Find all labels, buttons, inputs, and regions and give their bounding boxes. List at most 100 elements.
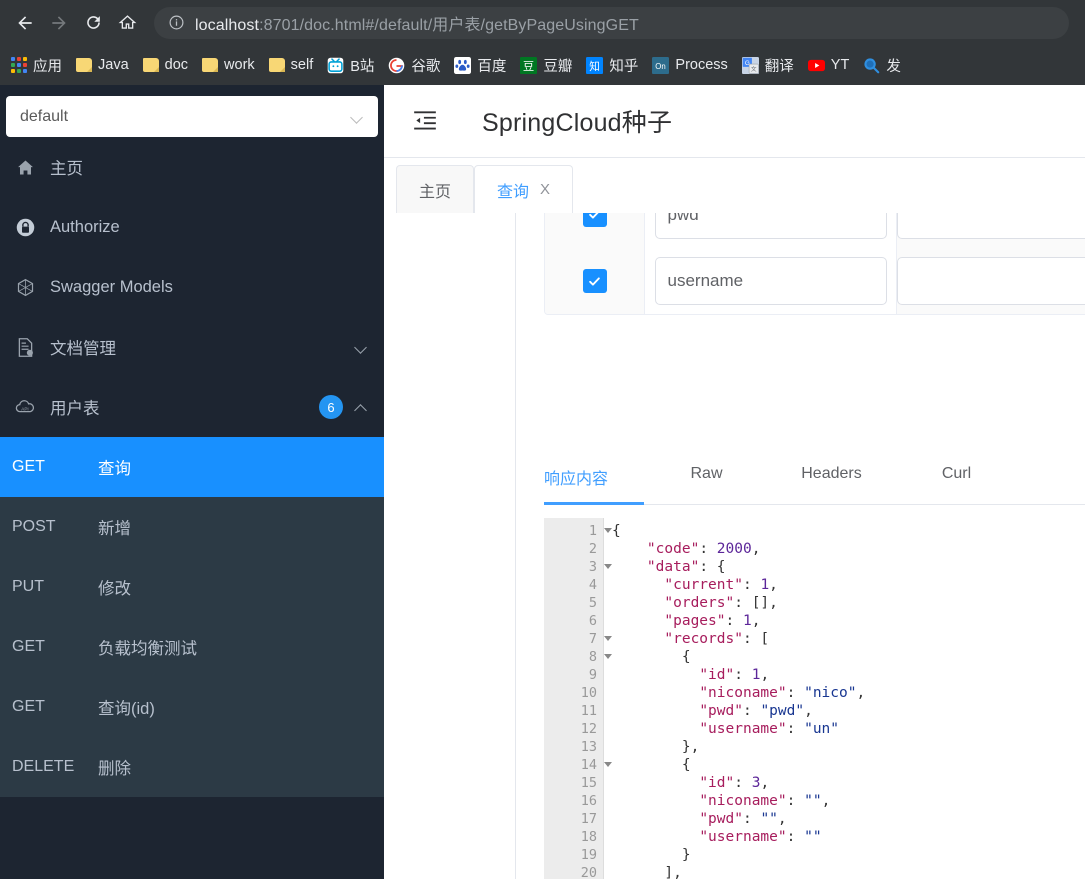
sidebar-item-authorize[interactable]: Authorize	[0, 197, 384, 257]
param-name-input[interactable]: pwd	[654, 213, 887, 239]
api-item-get-loadbalance-test[interactable]: GET 负载均衡测试	[0, 617, 384, 677]
line-number: 15	[580, 775, 597, 791]
tab-label: Curl	[941, 465, 972, 482]
tab-curl[interactable]: Curl	[894, 465, 1019, 504]
reload-button[interactable]	[76, 6, 110, 40]
sidebar-item-home[interactable]: 主页	[0, 137, 384, 197]
fold-triangle-icon[interactable]	[604, 528, 612, 533]
back-button[interactable]	[8, 6, 42, 40]
param-value-input[interactable]	[897, 257, 1085, 305]
sidebar-item-document-management[interactable]: 文档管理	[0, 317, 384, 377]
bookmark-translate[interactable]: G 文 翻译	[735, 51, 801, 79]
service-select[interactable]: default	[6, 96, 378, 137]
code-line: ],	[612, 865, 682, 879]
bookmark-fa[interactable]: 发	[856, 51, 908, 79]
code-line: "pages": 1,	[664, 613, 761, 629]
fold-triangle-icon[interactable]	[604, 654, 612, 659]
api-name: 删除	[98, 760, 131, 778]
line-number: 3	[544, 558, 612, 576]
sidebar-item-user-table[interactable]: API 用户表 6	[0, 377, 384, 437]
param-checkbox[interactable]	[582, 269, 607, 293]
home-button[interactable]	[110, 6, 144, 40]
tab-home[interactable]: 主页	[396, 165, 475, 213]
chevron-down-icon[interactable]	[355, 343, 368, 351]
bookmark-label: 豆瓣	[543, 58, 573, 75]
code-line: "records": [	[664, 631, 770, 647]
fold-triangle-icon[interactable]	[604, 564, 612, 569]
bookmark-work[interactable]: work	[195, 51, 262, 79]
forward-button[interactable]	[42, 6, 76, 40]
svg-text:On: On	[656, 62, 666, 71]
bookmark-label: work	[224, 57, 255, 73]
sidebar: default 主页 Authorize Swagger Models 文档管理…	[0, 85, 384, 879]
param-checkbox[interactable]	[582, 213, 607, 227]
bookmark-java[interactable]: Java	[69, 51, 136, 79]
api-item-put-update[interactable]: PUT 修改	[0, 557, 384, 617]
bookmark-self[interactable]: self	[262, 51, 321, 79]
site-info-icon[interactable]	[168, 14, 185, 31]
page-body: default 主页 Authorize Swagger Models 文档管理…	[0, 85, 1085, 879]
fold-triangle-icon[interactable]	[604, 636, 612, 641]
bookmark-process[interactable]: On Process	[645, 51, 734, 79]
tab-query[interactable]: 查询 X	[474, 165, 574, 213]
bookmark-youtube[interactable]: YT	[801, 51, 857, 79]
request-params-table: pwd username	[544, 213, 1085, 315]
back-arrow-icon	[18, 15, 32, 30]
api-method: PUT	[12, 578, 44, 595]
chevron-up-icon[interactable]	[355, 403, 368, 411]
bookmark-douban[interactable]: 豆 豆瓣	[513, 51, 579, 79]
tab-label: Headers	[801, 465, 862, 482]
sidebar-item-swagger-models[interactable]: Swagger Models	[0, 257, 384, 317]
line-number: 17	[580, 811, 597, 827]
tab-label: 查询	[497, 183, 530, 201]
bookmark-label: 百度	[477, 58, 507, 75]
svg-text:豆: 豆	[523, 58, 534, 72]
api-method: GET	[12, 638, 45, 655]
bookmark-bilibili[interactable]: B站	[320, 51, 381, 79]
bookmark-label: 发	[886, 58, 901, 75]
service-select-value: default	[20, 107, 69, 125]
code-line: {	[612, 649, 691, 665]
bookmark-label: 应用	[33, 58, 62, 75]
fold-triangle-icon[interactable]	[604, 762, 612, 767]
bookmark-doc[interactable]: doc	[136, 51, 195, 79]
youtube-icon	[807, 57, 825, 74]
code-line: "orders": [],	[664, 595, 778, 611]
chevron-down-icon	[351, 113, 364, 121]
response-code-viewer[interactable]: 1234567891011121314151617181920212223242…	[544, 518, 1085, 879]
code-line: },	[612, 739, 700, 755]
api-item-get-query[interactable]: GET 查询	[0, 437, 384, 497]
param-name-input[interactable]: username	[654, 257, 887, 305]
bookmark-apps[interactable]: 应用	[4, 51, 69, 79]
bookmark-label: self	[290, 57, 314, 73]
tab-headers[interactable]: Headers	[769, 465, 894, 504]
param-enable-cell	[545, 248, 645, 314]
address-bar[interactable]: localhost:8701/doc.html#/default/用户表/get…	[154, 6, 1069, 39]
app-header: SpringCloud种子	[384, 85, 1085, 157]
bookmark-zhihu[interactable]: 知 知乎	[579, 51, 645, 79]
url-text: localhost:8701/doc.html#/default/用户表/get…	[195, 16, 639, 34]
sidebar-item-label: Authorize	[50, 217, 120, 236]
line-number: 12	[580, 721, 597, 737]
line-number: 5	[588, 595, 597, 611]
api-item-delete[interactable]: DELETE 删除	[0, 737, 384, 797]
tab-response-content[interactable]: 响应内容	[544, 465, 644, 505]
param-value-input[interactable]	[897, 213, 1085, 239]
close-icon[interactable]: X	[540, 182, 550, 197]
bookmark-label: B站	[350, 58, 375, 75]
code-line: "code": 2000,	[646, 541, 761, 557]
api-endpoint-list: GET 查询 POST 新增 PUT 修改 GET 负载均衡测试 GET 查询(…	[0, 437, 384, 797]
response-tab-bar: 响应内容 Raw Headers Curl	[544, 465, 1085, 505]
code-line: "username": ""	[699, 829, 822, 845]
api-method: DELETE	[12, 758, 75, 775]
code-line: "pwd": "pwd",	[699, 703, 813, 719]
tab-raw[interactable]: Raw	[644, 465, 769, 504]
bookmark-baidu[interactable]: 百度	[447, 51, 513, 79]
api-item-get-query-by-id[interactable]: GET 查询(id)	[0, 677, 384, 737]
line-number: 2	[588, 541, 597, 557]
home-icon	[14, 156, 36, 178]
code-lines: { "code": 2000, "data": { "current": 1, …	[604, 518, 1085, 879]
bookmark-google[interactable]: 谷歌	[381, 51, 447, 79]
collapse-menu-icon[interactable]	[412, 108, 438, 134]
api-item-post-create[interactable]: POST 新增	[0, 497, 384, 557]
